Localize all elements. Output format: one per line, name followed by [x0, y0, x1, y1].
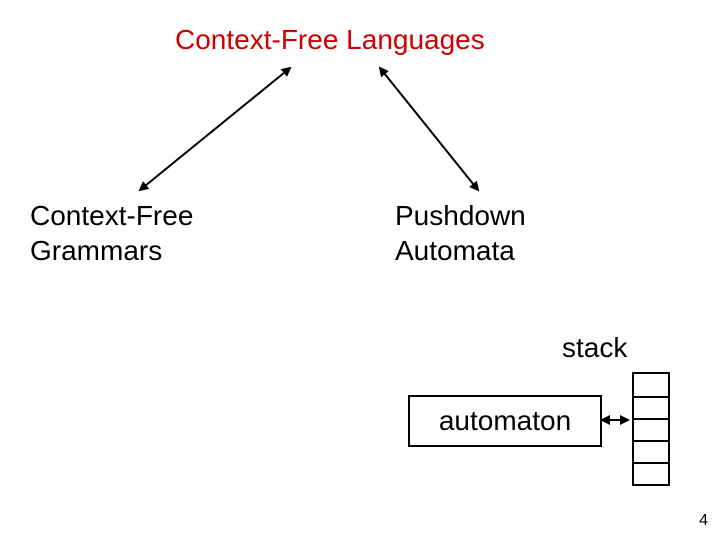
arrow-title-to-automata [380, 68, 478, 190]
stack-cell [634, 440, 668, 462]
left-node-label: Context-Free Grammars [30, 198, 193, 268]
stack-cell [634, 396, 668, 418]
stack-cell [634, 418, 668, 440]
stack-cell [634, 462, 668, 484]
automaton-box: automaton [408, 395, 602, 447]
stack-cell [634, 374, 668, 396]
diagram-title: Context-Free Languages [175, 22, 485, 57]
right-node-label: Pushdown Automata [395, 198, 526, 268]
automaton-box-label: automaton [439, 405, 571, 437]
stack-box [632, 372, 670, 486]
stack-caption: stack [562, 330, 627, 365]
arrows-overlay [0, 0, 720, 540]
slide-number: 4 [699, 512, 708, 530]
arrow-title-to-grammars [140, 68, 290, 190]
